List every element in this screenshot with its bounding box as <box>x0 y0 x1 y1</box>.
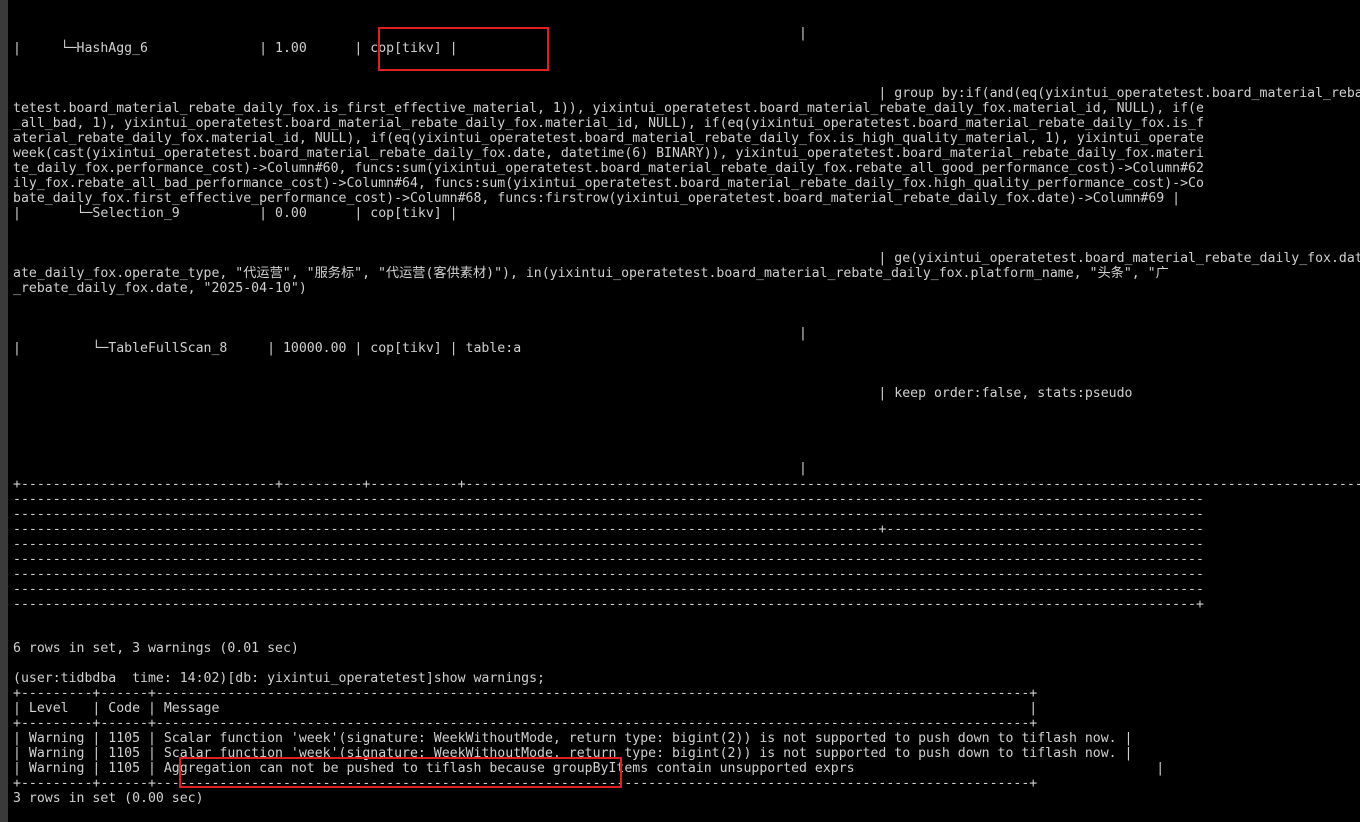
terminal-line: ate_daily_fox.operate_type, "代运营", "服务标"… <box>13 266 1169 281</box>
result-summary: 3 rows in set (0.00 sec) <box>13 791 204 806</box>
terminal-line: | ge(yixintui_operatetest.board_material… <box>13 251 1360 266</box>
terminal-line: | └─Selection_9 | 0.00 | cop[tikv] | <box>13 206 458 221</box>
table-border-line: ----------------------------------------… <box>13 492 1204 507</box>
highlight-box-cop-tikv <box>378 27 549 71</box>
terminal-line: | <box>13 326 807 341</box>
warnings-table-row: | Warning | 1105 | Scalar function 'week… <box>13 731 1133 746</box>
highlight-box-aggregation-warning <box>179 757 622 788</box>
table-border-line: ----------------------------------------… <box>13 552 1204 567</box>
terminal-line: _all_bad, 1), yixintui_operatetest.board… <box>13 116 1204 131</box>
terminal-line: bate_daily_fox.first_effective_performan… <box>13 191 1181 206</box>
terminal-line: aterial_rebate_daily_fox.material_id, NU… <box>13 131 1204 146</box>
command-prompt: (user:tidbdba time: 14:02)[db: yixintui_… <box>13 671 545 686</box>
window-left-edge <box>0 0 8 822</box>
terminal-line: _rebate_daily_fox.date, "2025-04-10") <box>13 281 307 296</box>
warnings-table-border: +---------+------+----------------------… <box>13 716 1038 731</box>
table-border-line: +--------------------------------+------… <box>13 477 1360 492</box>
terminal-line: | group by:if(and(eq(yixintui_operatetes… <box>13 86 1360 101</box>
table-border-line: ----------------------------------------… <box>13 537 1204 552</box>
table-border-line: ----------------------------------------… <box>13 567 1204 582</box>
warnings-table-header: | Level | Code | Message | <box>13 701 1038 716</box>
table-border-line: ----------------------------------------… <box>13 582 1204 597</box>
terminal-line: | keep order:false, stats:pseudo <box>13 386 1133 401</box>
table-border-line: ----------------------------------------… <box>13 597 1204 612</box>
terminal-line: | └─TableFullScan_8 | 10000.00 | cop[tik… <box>13 341 522 356</box>
result-summary: 6 rows in set, 3 warnings (0.01 sec) <box>13 641 299 656</box>
terminal-line: week(cast(yixintui_operatetest.board_mat… <box>13 146 1204 161</box>
terminal-line: ily_fox.rebate_all_bad_performance_cost)… <box>13 176 1204 191</box>
table-border-line: ----------------------------------------… <box>13 522 1204 537</box>
terminal-line: te_daily_fox.performance_cost)->Column#6… <box>13 161 1204 176</box>
warnings-table-border: +---------+------+----------------------… <box>13 686 1038 701</box>
terminal-line: tetest.board_material_rebate_daily_fox.i… <box>13 101 1204 116</box>
terminal-line: | <box>13 461 807 476</box>
terminal-window[interactable]: | | └─HashAgg_6 | 1.00 | cop[tikv] | | g… <box>0 0 1360 822</box>
table-border-line: ----------------------------------------… <box>13 507 1204 522</box>
